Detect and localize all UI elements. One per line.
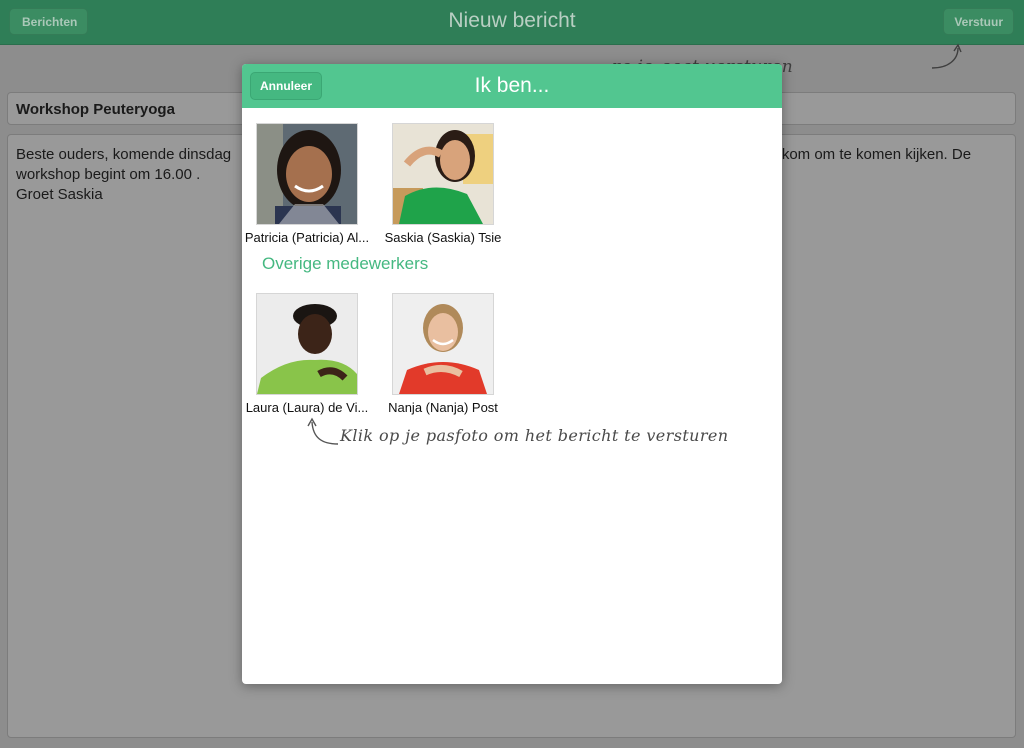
avatar[interactable] bbox=[256, 293, 358, 395]
person-name: Laura (Laura) de Vi... bbox=[245, 400, 369, 415]
person-tile[interactable]: Saskia (Saskia) Tsie bbox=[377, 123, 509, 245]
person-tile[interactable]: Laura (Laura) de Vi... bbox=[242, 293, 373, 415]
person-photo-icon bbox=[393, 294, 493, 394]
person-name: Patricia (Patricia) Al... bbox=[244, 230, 370, 245]
avatar[interactable] bbox=[392, 293, 494, 395]
navigation-bar: Berichten Nieuw bericht Verstuur bbox=[0, 0, 1024, 45]
person-photo-icon bbox=[257, 124, 357, 224]
curved-arrow-icon bbox=[307, 417, 339, 445]
person-tile[interactable]: Nanja (Nanja) Post bbox=[377, 293, 509, 415]
person-photo-icon bbox=[393, 124, 493, 224]
page-title: Nieuw bericht bbox=[448, 9, 576, 32]
avatar[interactable] bbox=[256, 123, 358, 225]
person-name: Nanja (Nanja) Post bbox=[388, 400, 498, 415]
avatar[interactable] bbox=[392, 123, 494, 225]
dialog-header: Annuleer Ik ben... bbox=[242, 64, 782, 108]
subject-text: Workshop Peuteryoga bbox=[16, 101, 175, 118]
curved-arrow-icon bbox=[931, 43, 962, 69]
section-title: Overige medewerkers bbox=[262, 254, 429, 273]
person-name: Saskia (Saskia) Tsie bbox=[384, 230, 502, 245]
send-button[interactable]: Verstuur bbox=[943, 8, 1014, 35]
sender-picker-dialog: Annuleer Ik ben... Patricia (Patricia) A… bbox=[242, 64, 782, 684]
tap-photo-hint: Klik op je pasfoto om het bericht te ver… bbox=[340, 426, 729, 445]
person-tile[interactable]: Patricia (Patricia) Al... bbox=[242, 123, 373, 245]
dialog-title: Ik ben... bbox=[474, 74, 550, 97]
person-photo-icon bbox=[257, 294, 357, 394]
